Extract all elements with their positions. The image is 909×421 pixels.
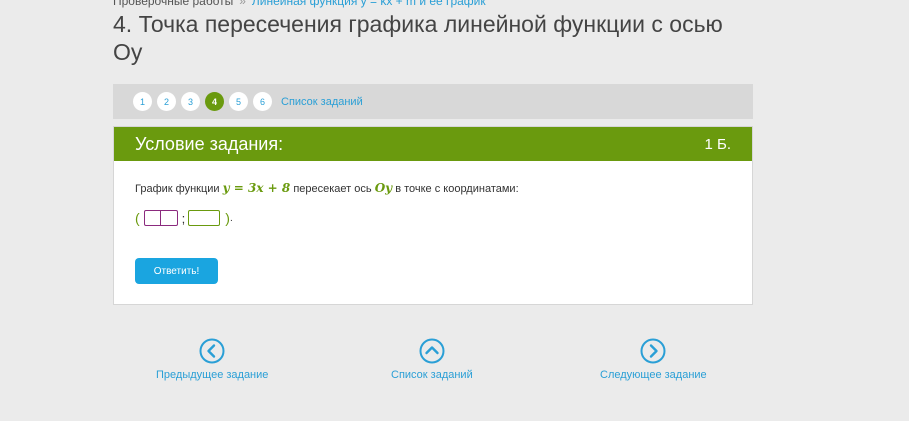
- chevron-right-circle-icon: [640, 338, 666, 364]
- function-formula: y = 3x + 8: [222, 181, 291, 195]
- question-text-before: График функции: [135, 183, 220, 195]
- chevron-left-circle-icon: [199, 338, 225, 364]
- page-button-2[interactable]: 2: [157, 92, 176, 111]
- page-button-1[interactable]: 1: [133, 92, 152, 111]
- question-text-middle: пересекает ось: [293, 183, 372, 195]
- period: .: [229, 212, 233, 224]
- prev-task-label: Предыдущее задание: [156, 369, 269, 381]
- task-list-link[interactable]: Список заданий: [281, 96, 363, 108]
- page-button-3[interactable]: 3: [181, 92, 200, 111]
- prev-task-link[interactable]: Предыдущее задание: [156, 338, 268, 381]
- coordinate-separator: ;: [181, 210, 186, 226]
- task-pager: 1 2 3 4 5 6 Список заданий: [113, 84, 753, 119]
- breadcrumb-topic[interactable]: Линейная функция y = kx + m и ее график: [252, 0, 486, 8]
- page-button-6[interactable]: 6: [253, 92, 272, 111]
- next-task-link[interactable]: Следующее задание: [600, 338, 707, 381]
- answer-row: ( ; ) .: [135, 210, 233, 226]
- task-header-title: Условие задания:: [135, 133, 284, 154]
- breadcrumb: Проверочные работы » Линейная функция y = …: [113, 0, 486, 8]
- page-title: 4. Точка пересечения графика линейной фу…: [113, 11, 723, 65]
- task-list-bottom-label: Список заданий: [391, 369, 473, 381]
- x-coordinate-input[interactable]: [143, 210, 178, 226]
- task-question: График функции y = 3x + 8 пересекает ось…: [135, 181, 519, 195]
- submit-answer-button[interactable]: Ответить!: [135, 258, 218, 284]
- y-coordinate-input[interactable]: [188, 210, 221, 226]
- task-points: 1 Б.: [704, 135, 731, 153]
- page-button-5[interactable]: 5: [229, 92, 248, 111]
- chevron-up-circle-icon: [419, 338, 445, 364]
- breadcrumb-separator: »: [239, 0, 246, 8]
- task-list-bottom-link[interactable]: Список заданий: [391, 338, 473, 381]
- task-panel: Условие задания: 1 Б. График функции y =…: [113, 126, 753, 305]
- breadcrumb-root[interactable]: Проверочные работы: [113, 0, 233, 8]
- next-task-label: Следующее задание: [600, 369, 707, 381]
- task-panel-header: Условие задания: 1 Б.: [114, 127, 752, 161]
- page-button-4-active[interactable]: 4: [205, 92, 224, 111]
- axis-label: Oy: [374, 181, 393, 195]
- question-text-after: в точке с координатами:: [395, 183, 519, 195]
- open-paren: (: [135, 210, 140, 226]
